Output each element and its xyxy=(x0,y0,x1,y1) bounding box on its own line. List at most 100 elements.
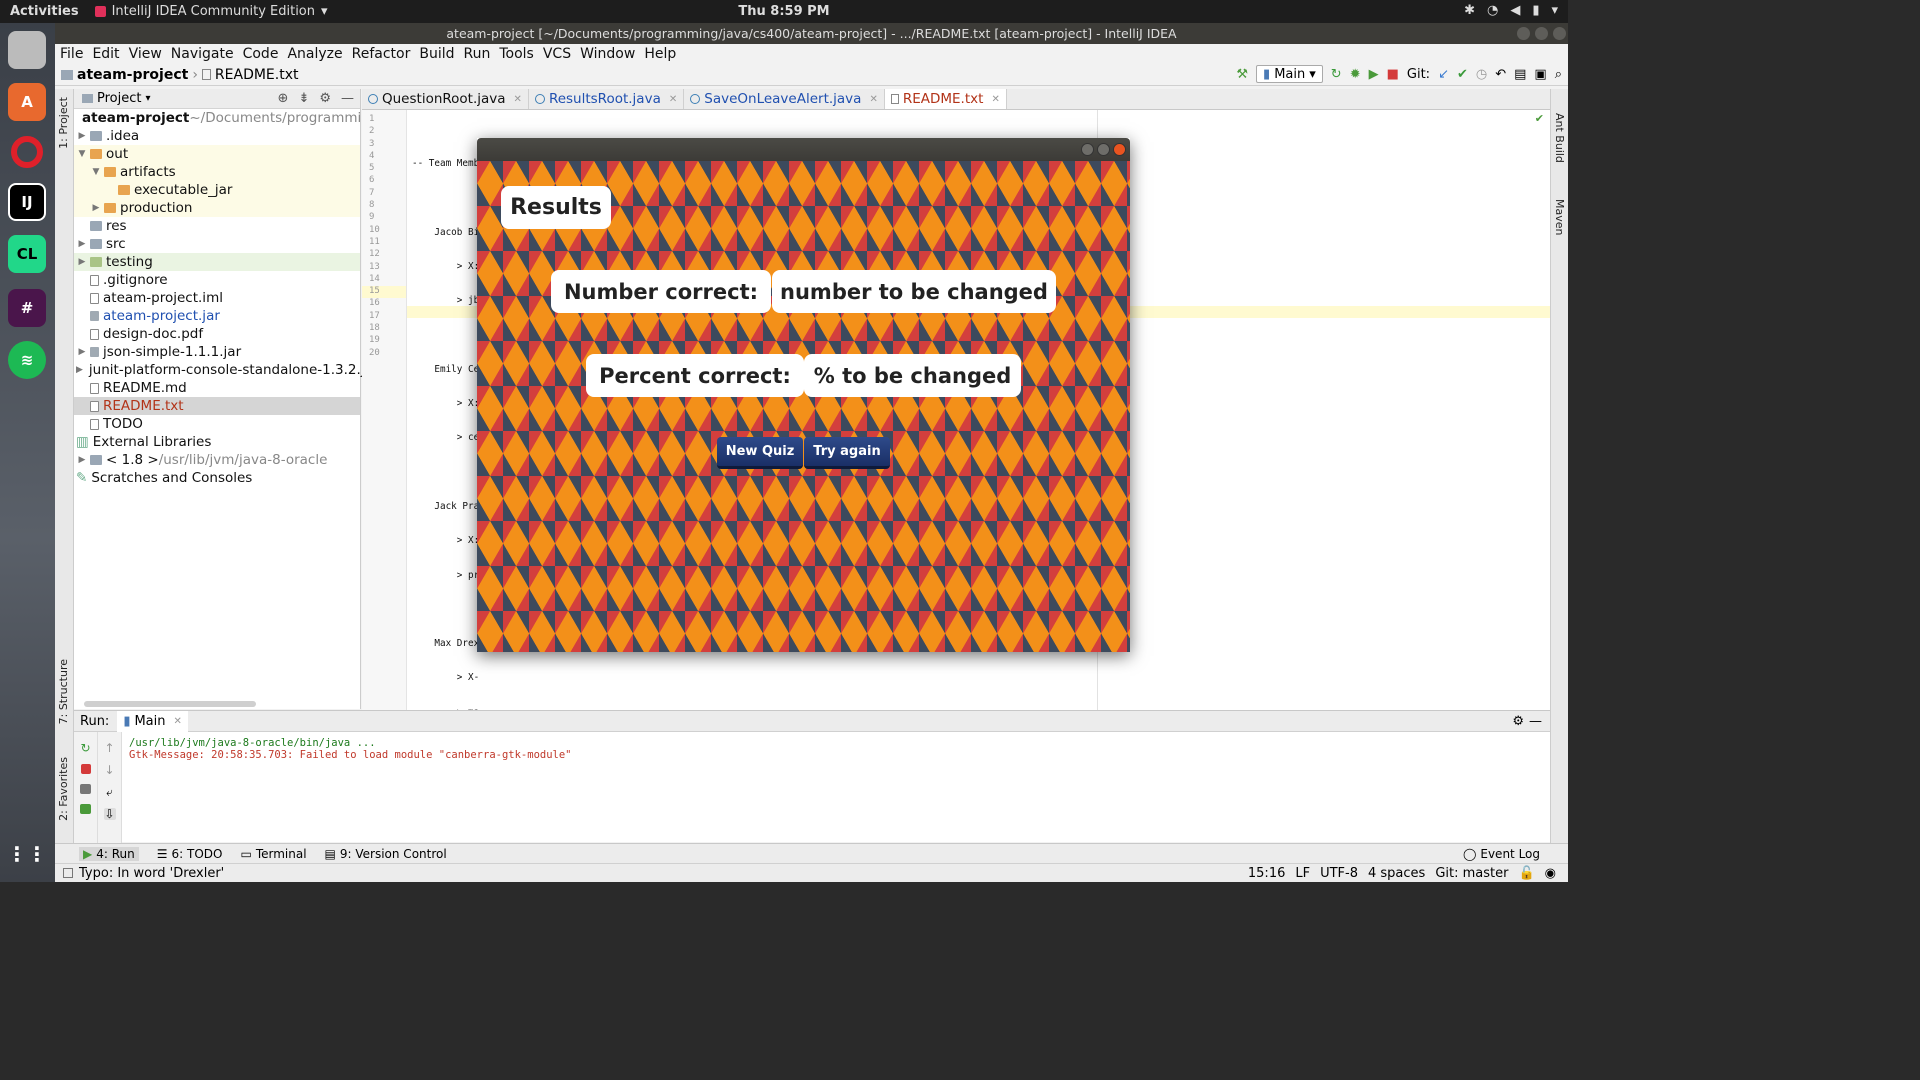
chevron-down-icon[interactable]: ▾ xyxy=(1551,3,1558,18)
tree-item-json-simple[interactable]: ▶ json-simple-1.1.1.jar xyxy=(74,343,360,361)
line-separator[interactable]: LF xyxy=(1295,866,1310,881)
menu-navigate[interactable]: Navigate xyxy=(166,46,238,62)
tab-results-root[interactable]: ResultsRoot.java ✕ xyxy=(529,89,685,109)
camera-icon[interactable] xyxy=(80,784,91,794)
chevron-down-icon[interactable]: ▾ xyxy=(145,93,150,104)
rerun-icon[interactable]: ↻ xyxy=(80,742,92,754)
tree-item-executable-jar[interactable]: executable_jar xyxy=(74,181,360,199)
coverage-icon[interactable]: ▶ xyxy=(1369,67,1379,82)
build-hammer-icon[interactable]: ⚒ xyxy=(1236,67,1248,82)
close-tab-icon[interactable]: ✕ xyxy=(991,94,999,105)
tree-item-out[interactable]: ▼ out xyxy=(74,145,360,163)
system-tray[interactable]: ✱ ◔ ◀ ▮ ▾ xyxy=(1464,3,1558,18)
try-again-button[interactable]: Try again xyxy=(804,437,890,469)
files-icon[interactable] xyxy=(8,31,46,69)
tree-item-src[interactable]: ▶ src xyxy=(74,235,360,253)
results-window-titlebar[interactable] xyxy=(477,138,1130,161)
soft-wrap-icon[interactable]: ⤶ xyxy=(104,786,116,798)
tree-item-idea[interactable]: ▶ .idea xyxy=(74,127,360,145)
minimize-button[interactable] xyxy=(1081,143,1094,156)
expand-arrow-icon[interactable]: ▶ xyxy=(90,203,102,213)
locate-icon[interactable]: ⊕ xyxy=(278,91,289,106)
horizontal-scrollbar[interactable] xyxy=(84,701,256,707)
close-tab-icon[interactable]: ✕ xyxy=(869,94,877,105)
tree-item-testing[interactable]: ▶ testing xyxy=(74,253,360,271)
maximize-button[interactable] xyxy=(1535,27,1548,40)
breadcrumb-project[interactable]: ateam-project xyxy=(77,67,188,83)
wifi-icon[interactable]: ◔ xyxy=(1487,3,1498,18)
indent-setting[interactable]: 4 spaces xyxy=(1368,866,1425,881)
stop-icon[interactable] xyxy=(80,764,91,774)
rerun-icon[interactable]: ↻ xyxy=(1331,67,1342,82)
tree-item-res[interactable]: res xyxy=(74,217,360,235)
inspector-icon[interactable]: ◉ xyxy=(1545,866,1556,881)
app-menu[interactable]: IntelliJ IDEA Community Edition ▾ xyxy=(94,4,328,19)
search-icon[interactable]: ⌕ xyxy=(1555,67,1562,82)
ant-build-tool-tab[interactable]: Ant Build xyxy=(1553,113,1566,163)
collapse-arrow-icon[interactable]: ▼ xyxy=(90,167,102,177)
tab-question-root[interactable]: QuestionRoot.java ✕ xyxy=(362,89,529,109)
menu-vcs[interactable]: VCS xyxy=(538,46,575,62)
software-center-icon[interactable]: A xyxy=(8,83,46,121)
minimize-button[interactable] xyxy=(1517,27,1530,40)
menu-help[interactable]: Help xyxy=(639,46,680,62)
menu-tools[interactable]: Tools xyxy=(494,46,538,62)
menu-refactor[interactable]: Refactor xyxy=(347,46,415,62)
tree-item-root[interactable]: ateam-project ~/Documents/programmin xyxy=(74,109,370,127)
slack-tray-icon[interactable]: ✱ xyxy=(1464,3,1475,18)
project-structure-icon[interactable]: ▤ xyxy=(1514,67,1526,82)
structure-tool-tab[interactable]: 7: Structure xyxy=(57,659,70,724)
tool-tab-run[interactable]: ▶ 4: Run xyxy=(79,846,139,861)
tree-item-project-jar[interactable]: ateam-project.jar xyxy=(74,307,360,325)
run-config-dropdown[interactable]: ▮ Main ▾ xyxy=(1256,65,1323,83)
collapse-arrow-icon[interactable]: ▼ xyxy=(76,149,88,159)
file-encoding[interactable]: UTF-8 xyxy=(1320,866,1358,881)
menu-view[interactable]: View xyxy=(124,46,166,62)
git-branch[interactable]: Git: master xyxy=(1435,866,1508,881)
menu-analyze[interactable]: Analyze xyxy=(282,46,346,62)
status-message[interactable]: Typo: In word 'Drexler' xyxy=(79,866,224,881)
expand-arrow-icon[interactable]: ▶ xyxy=(76,455,88,465)
tab-save-on-leave-alert[interactable]: SaveOnLeaveAlert.java ✕ xyxy=(684,89,885,109)
tree-item-todo[interactable]: TODO xyxy=(74,415,360,433)
close-tab-icon[interactable]: ✕ xyxy=(669,94,677,105)
hide-panel-icon[interactable]: — xyxy=(341,91,354,106)
tree-item-external-libraries[interactable]: ▥ External Libraries xyxy=(74,433,360,451)
scroll-down-icon[interactable]: ↓ xyxy=(104,764,116,776)
expand-arrow-icon[interactable]: ▶ xyxy=(76,239,88,249)
tool-tab-version-control[interactable]: ▤ 9: Version Control xyxy=(325,847,447,861)
tree-item-readme-md[interactable]: README.md xyxy=(74,379,360,397)
spotify-icon[interactable]: ≋ xyxy=(8,341,46,379)
bug-icon[interactable] xyxy=(80,804,91,814)
expand-arrow-icon[interactable]: ▶ xyxy=(76,365,83,375)
git-commit-icon[interactable]: ✔ xyxy=(1457,67,1468,82)
tree-item-readme-txt[interactable]: README.txt xyxy=(74,397,360,415)
settings-gear-icon[interactable]: ⚙ xyxy=(319,91,331,106)
expand-arrow-icon[interactable]: ▶ xyxy=(76,257,88,267)
stop-icon[interactable]: ■ xyxy=(1387,67,1399,82)
layout-icon[interactable]: ▣ xyxy=(1534,67,1546,82)
menu-window[interactable]: Window xyxy=(575,46,639,62)
project-tool-tab[interactable]: 1: Project xyxy=(57,97,70,149)
console-output[interactable]: /usr/lib/jvm/java-8-oracle/bin/java ... … xyxy=(129,737,572,761)
close-tab-icon[interactable]: ✕ xyxy=(514,94,522,105)
run-tab-main[interactable]: ▮ Main ✕ xyxy=(117,710,188,732)
git-update-icon[interactable]: ↙ xyxy=(1438,67,1449,82)
event-log-button[interactable]: ◯ Event Log xyxy=(1463,847,1540,861)
maximize-button[interactable] xyxy=(1097,143,1110,156)
tree-item-production[interactable]: ▶ production xyxy=(74,199,360,217)
battery-icon[interactable]: ▮ xyxy=(1532,3,1539,18)
hide-panel-icon[interactable]: — xyxy=(1529,714,1542,729)
show-apps-icon[interactable]: ⋮⋮ xyxy=(7,835,47,873)
new-quiz-button[interactable]: New Quiz xyxy=(717,437,803,469)
menu-build[interactable]: Build xyxy=(414,46,458,62)
favorites-tool-tab[interactable]: 2: Favorites xyxy=(57,757,70,821)
git-history-icon[interactable]: ◷ xyxy=(1476,67,1487,82)
lock-icon[interactable]: 🔓 xyxy=(1518,866,1534,881)
tool-tab-todo[interactable]: ☰ 6: TODO xyxy=(157,847,223,861)
menu-file[interactable]: File xyxy=(55,46,87,62)
expand-arrow-icon[interactable]: ▶ xyxy=(76,131,88,141)
maven-tool-tab[interactable]: Maven xyxy=(1553,199,1566,235)
status-icon[interactable] xyxy=(63,868,73,878)
settings-gear-icon[interactable]: ⚙ xyxy=(1512,714,1524,729)
